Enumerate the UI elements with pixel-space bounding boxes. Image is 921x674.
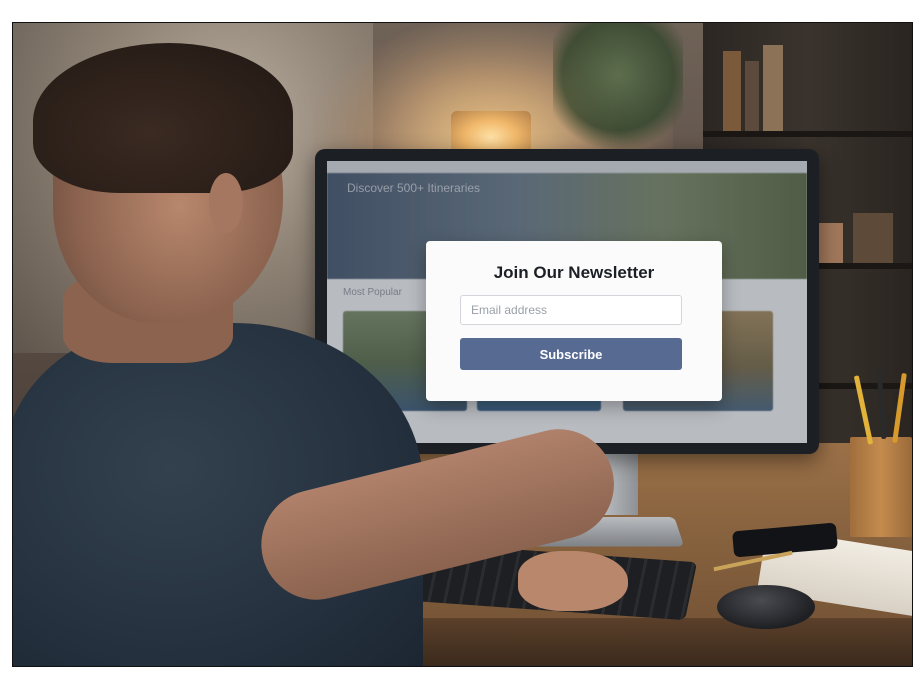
pencil-holder bbox=[850, 437, 912, 537]
background-plant bbox=[553, 23, 683, 153]
subscribe-button[interactable]: Subscribe bbox=[460, 338, 682, 370]
shelf-board bbox=[703, 131, 912, 137]
newsletter-modal: Join Our Newsletter Subscribe bbox=[426, 241, 722, 401]
computer-mouse bbox=[717, 585, 815, 629]
email-input[interactable] bbox=[460, 295, 682, 325]
book bbox=[763, 45, 783, 131]
person-ear bbox=[209, 173, 243, 233]
monitor-screen: Discover 500+ Itineraries Most Popular J… bbox=[327, 161, 807, 443]
person-hand bbox=[518, 551, 628, 611]
newsletter-title: Join Our Newsletter bbox=[493, 263, 655, 282]
book bbox=[745, 61, 759, 131]
book bbox=[723, 51, 741, 131]
photo-scene: Discover 500+ Itineraries Most Popular J… bbox=[12, 22, 913, 667]
person-hair bbox=[33, 43, 293, 193]
box bbox=[853, 213, 893, 263]
